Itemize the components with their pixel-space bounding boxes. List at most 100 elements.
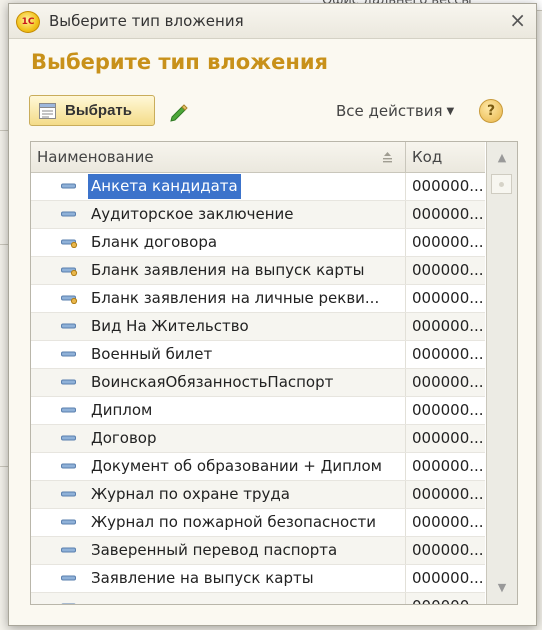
table-row[interactable]: ВоинскаяОбязанностьПаспорт 000000... <box>31 369 485 397</box>
all-actions-label: Все действия <box>336 102 443 120</box>
row-code: 000000... <box>412 569 484 587</box>
table-row[interactable]: Вид На Жительство 000000... <box>31 313 485 341</box>
cell-name: Договор <box>31 425 406 452</box>
column-header-name[interactable]: Наименование <box>31 142 406 172</box>
select-attachment-type-dialog: 1С Выберите тип вложения × Выберите тип … <box>8 3 537 626</box>
attachment-types-table: Наименование Код Анкета кандидата 000000.… <box>30 141 518 605</box>
cell-name: Заверенный перевод паспорта <box>31 537 406 564</box>
row-code: 000000... <box>412 345 484 363</box>
background-divider <box>0 244 8 245</box>
item-icon <box>61 575 76 581</box>
item-icon <box>61 183 76 189</box>
table-row[interactable]: Бланк договора 000000... <box>31 229 485 257</box>
cell-code: 000000... <box>406 453 485 480</box>
row-code: 000000... <box>412 261 484 279</box>
chevron-down-icon: ▼ <box>446 106 455 117</box>
cell-code: 000000... <box>406 341 485 368</box>
row-name: Вид На Жительство <box>91 317 249 335</box>
cell-name: Вид На Жительство <box>31 313 406 340</box>
table-row[interactable]: Военный билет 000000... <box>31 341 485 369</box>
scroll-up-icon[interactable]: ▲ <box>491 148 513 168</box>
item-icon <box>61 351 76 357</box>
table-row[interactable]: 000000... <box>31 593 485 604</box>
row-code: 000000... <box>412 233 484 251</box>
item-icon <box>61 435 76 441</box>
cell-name: Диплом <box>31 397 406 424</box>
row-name: Военный билет <box>91 345 213 363</box>
table-row[interactable]: Бланк заявления на личные рекви... 000000… <box>31 285 485 313</box>
column-header-name-label: Наименование <box>37 148 154 166</box>
item-icon <box>61 379 76 385</box>
table-row[interactable]: Бланк заявления на выпуск карты 000000... <box>31 257 485 285</box>
sort-ascending-icon <box>383 152 392 163</box>
cell-name: Документ об образовании + Диплом <box>31 453 406 480</box>
cell-name <box>31 593 406 604</box>
cell-code: 000000... <box>406 201 485 228</box>
table-row[interactable]: Аудиторское заключение 000000... <box>31 201 485 229</box>
row-code: 000000... <box>412 541 484 559</box>
row-name: Документ об образовании + Диплом <box>91 457 382 475</box>
table-row[interactable]: Журнал по охране труда 000000... <box>31 481 485 509</box>
item-icon <box>61 547 76 553</box>
title-bar[interactable]: 1С Выберите тип вложения × <box>9 4 536 39</box>
row-code: 000000... <box>412 177 484 195</box>
row-code: 000000... <box>412 457 484 475</box>
item-icon <box>61 211 76 217</box>
cell-name: Аудиторское заключение <box>31 201 406 228</box>
row-name: Бланк заявления на выпуск карты <box>91 261 365 279</box>
cell-code: 000000... <box>406 593 485 604</box>
cell-code: 000000... <box>406 369 485 396</box>
cell-name: Анкета кандидата <box>31 173 406 200</box>
item-icon <box>61 603 76 604</box>
row-name <box>88 594 94 604</box>
row-name: Журнал по пожарной безопасности <box>91 513 376 531</box>
cell-name: Военный билет <box>31 341 406 368</box>
column-header-code[interactable]: Код <box>406 142 485 172</box>
table-body: Анкета кандидата 000000... Аудиторское зак… <box>31 173 485 604</box>
close-button[interactable]: × <box>509 9 526 31</box>
scroll-down-icon[interactable]: ▼ <box>491 578 513 598</box>
cell-name: Журнал по охране труда <box>31 481 406 508</box>
table-row[interactable]: Заявление на выпуск карты 000000... <box>31 565 485 593</box>
cell-name: Бланк заявления на личные рекви... <box>31 285 406 312</box>
vertical-scrollbar[interactable]: ▲ ▼ <box>486 142 517 604</box>
row-code: 000000... <box>412 485 484 503</box>
item-marked-icon <box>61 267 78 276</box>
all-actions-menu[interactable]: Все действия ▼ <box>336 102 454 120</box>
background-divider <box>0 466 8 467</box>
cell-code: 000000... <box>406 565 485 592</box>
choose-button[interactable]: Выбрать <box>29 95 155 126</box>
cell-code: 000000... <box>406 481 485 508</box>
choose-button-label: Выбрать <box>65 102 132 119</box>
cell-code: 000000... <box>406 257 485 284</box>
table-row[interactable]: Анкета кандидата 000000... <box>31 173 485 201</box>
item-icon <box>61 323 76 329</box>
item-marked-icon <box>61 295 78 304</box>
row-name: Бланк договора <box>91 233 218 251</box>
column-header-code-label: Код <box>412 148 443 166</box>
table-header: Наименование Код <box>31 142 485 173</box>
table-row[interactable]: Журнал по пожарной безопасности 000000... <box>31 509 485 537</box>
item-icon <box>61 463 76 469</box>
scroll-thumb[interactable] <box>491 174 512 194</box>
table-row[interactable]: Документ об образовании + Диплом 000000..… <box>31 453 485 481</box>
cell-code: 000000... <box>406 425 485 452</box>
table-row[interactable]: Договор 000000... <box>31 425 485 453</box>
row-code: 000000... <box>412 597 484 604</box>
cell-code: 000000... <box>406 537 485 564</box>
row-name: Заверенный перевод паспорта <box>91 541 338 559</box>
help-button[interactable]: ? <box>479 99 503 123</box>
table-row[interactable]: Диплом 000000... <box>31 397 485 425</box>
row-name: Договор <box>91 429 157 447</box>
background-divider <box>0 130 8 131</box>
item-marked-icon <box>61 239 78 248</box>
edit-pencil-icon[interactable] <box>168 102 188 122</box>
choose-icon <box>39 103 56 119</box>
cell-code: 000000... <box>406 173 485 200</box>
row-name: Диплом <box>91 401 153 419</box>
table-row[interactable]: Заверенный перевод паспорта 000000... <box>31 537 485 565</box>
cell-name: Бланк договора <box>31 229 406 256</box>
row-code: 000000... <box>412 513 484 531</box>
row-name: Анкета кандидата <box>88 174 241 199</box>
cell-code: 000000... <box>406 509 485 536</box>
